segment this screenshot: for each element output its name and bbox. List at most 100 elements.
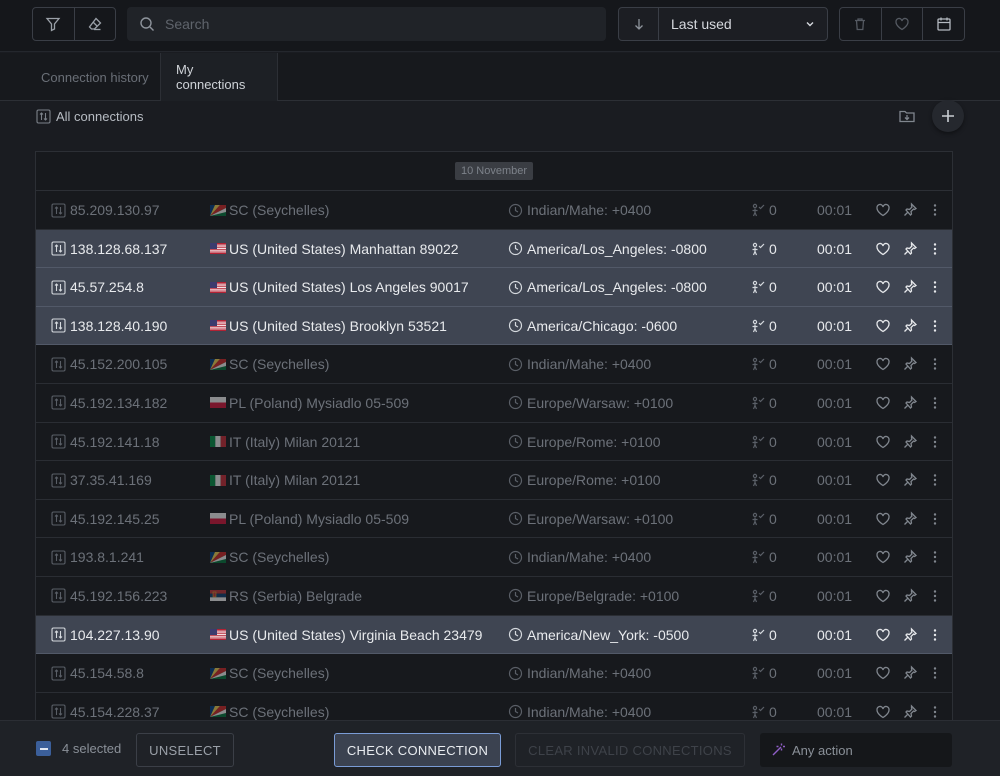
pin-icon[interactable] bbox=[902, 693, 918, 720]
table-row[interactable]: 85.209.130.97 SC (Seychelles) Indian/Mah… bbox=[36, 191, 952, 230]
pin-icon[interactable] bbox=[902, 191, 918, 229]
pin-icon[interactable] bbox=[902, 577, 918, 615]
import-folder-button[interactable] bbox=[898, 107, 916, 125]
more-options-icon[interactable] bbox=[933, 230, 937, 268]
pin-icon[interactable] bbox=[902, 500, 918, 538]
select-all-checkbox[interactable] bbox=[36, 741, 51, 756]
sort-select-value: Last used bbox=[671, 16, 732, 32]
clear-filter-button[interactable] bbox=[73, 8, 116, 40]
more-options-icon[interactable] bbox=[933, 384, 937, 422]
ip-address: 45.57.254.8 bbox=[70, 279, 144, 296]
heart-icon[interactable] bbox=[875, 268, 891, 306]
date-label: 10 November bbox=[454, 162, 534, 180]
pin-icon[interactable] bbox=[902, 423, 918, 461]
filter-button[interactable] bbox=[33, 8, 74, 40]
sort-direction-button[interactable] bbox=[619, 8, 659, 40]
flag-us-icon bbox=[210, 268, 226, 306]
usage-count: 0 bbox=[769, 394, 777, 411]
heart-icon[interactable] bbox=[875, 345, 891, 383]
heart-icon[interactable] bbox=[875, 693, 891, 720]
more-options-icon[interactable] bbox=[933, 268, 937, 306]
last-used-time: 00:01 bbox=[817, 394, 853, 411]
table-row[interactable]: 45.192.134.182 PL (Poland) Mysiadlo 05-5… bbox=[36, 384, 952, 423]
pin-icon[interactable] bbox=[902, 307, 918, 345]
favorites-button[interactable] bbox=[880, 8, 923, 40]
connection-type-icon bbox=[51, 230, 66, 268]
connection-type-icon bbox=[51, 500, 66, 538]
table-row[interactable]: 45.192.145.25 PL (Poland) Mysiadlo 05-50… bbox=[36, 500, 952, 539]
table-row[interactable]: 193.8.1.241 SC (Seychelles) Indian/Mahe:… bbox=[36, 538, 952, 577]
clock-icon bbox=[508, 230, 523, 268]
heart-icon[interactable] bbox=[875, 307, 891, 345]
pin-icon[interactable] bbox=[902, 384, 918, 422]
heart-icon[interactable] bbox=[875, 616, 891, 654]
table-row[interactable]: 104.227.13.90 US (United States) Virgini… bbox=[36, 615, 952, 655]
pin-icon[interactable] bbox=[902, 461, 918, 499]
calendar-button[interactable] bbox=[922, 8, 964, 40]
location: IT (Italy) Milan 20121 bbox=[229, 472, 361, 489]
more-options-icon[interactable] bbox=[933, 654, 937, 692]
table-row[interactable]: 138.128.40.190 US (United States) Brookl… bbox=[36, 306, 952, 346]
heart-icon[interactable] bbox=[875, 423, 891, 461]
heart-icon[interactable] bbox=[875, 230, 891, 268]
users-check-icon bbox=[750, 538, 766, 576]
more-options-icon[interactable] bbox=[933, 423, 937, 461]
heart-icon[interactable] bbox=[875, 384, 891, 422]
connection-type-icon bbox=[51, 538, 66, 576]
heart-icon[interactable] bbox=[875, 191, 891, 229]
tab-my-connections[interactable]: My connections bbox=[160, 53, 278, 101]
usage-count: 0 bbox=[769, 703, 777, 720]
flag-us-icon bbox=[210, 230, 226, 268]
pin-icon[interactable] bbox=[902, 616, 918, 654]
pin-icon[interactable] bbox=[902, 230, 918, 268]
any-action-select[interactable]: Any action bbox=[760, 733, 952, 767]
more-options-icon[interactable] bbox=[933, 616, 937, 654]
table-row[interactable]: 45.152.200.105 SC (Seychelles) Indian/Ma… bbox=[36, 345, 952, 384]
pin-icon[interactable] bbox=[902, 268, 918, 306]
usage-count: 0 bbox=[769, 626, 777, 643]
more-options-icon[interactable] bbox=[933, 461, 937, 499]
pin-icon[interactable] bbox=[902, 654, 918, 692]
last-used-time: 00:01 bbox=[817, 433, 853, 450]
bottom-action-bar: 4 selected UNSELECT CHECK CONNECTION CLE… bbox=[0, 720, 1000, 776]
heart-icon bbox=[895, 17, 909, 31]
more-options-icon[interactable] bbox=[933, 577, 937, 615]
add-connection-button[interactable] bbox=[932, 100, 964, 132]
clock-icon bbox=[508, 191, 523, 229]
more-options-icon[interactable] bbox=[933, 538, 937, 576]
heart-icon[interactable] bbox=[875, 577, 891, 615]
clock-icon bbox=[508, 616, 523, 654]
pin-icon[interactable] bbox=[902, 345, 918, 383]
heart-icon[interactable] bbox=[875, 461, 891, 499]
heart-icon[interactable] bbox=[875, 654, 891, 692]
heart-icon[interactable] bbox=[875, 538, 891, 576]
table-row[interactable]: 37.35.41.169 IT (Italy) Milan 20121 Euro… bbox=[36, 461, 952, 500]
pin-icon[interactable] bbox=[902, 538, 918, 576]
more-options-icon[interactable] bbox=[933, 500, 937, 538]
more-options-icon[interactable] bbox=[933, 191, 937, 229]
tab-connection-history[interactable]: Connection history bbox=[26, 53, 164, 101]
flag-it-icon bbox=[210, 423, 226, 461]
trash-button[interactable] bbox=[840, 8, 881, 40]
location: SC (Seychelles) bbox=[229, 549, 330, 566]
check-connection-button[interactable]: CHECK CONNECTION bbox=[334, 733, 501, 767]
clear-invalid-connections-button[interactable]: CLEAR INVALID CONNECTIONS bbox=[515, 733, 745, 767]
unselect-button[interactable]: UNSELECT bbox=[136, 733, 234, 767]
table-row[interactable]: 45.57.254.8 US (United States) Los Angel… bbox=[36, 268, 952, 307]
more-options-icon[interactable] bbox=[933, 693, 937, 720]
heart-icon[interactable] bbox=[875, 500, 891, 538]
table-row[interactable]: 138.128.68.137 US (United States) Manhat… bbox=[36, 229, 952, 269]
usage-count: 0 bbox=[769, 317, 777, 334]
more-options-icon[interactable] bbox=[933, 307, 937, 345]
eraser-icon bbox=[88, 17, 102, 31]
search-input[interactable] bbox=[165, 16, 565, 32]
flag-sc-icon bbox=[210, 693, 226, 720]
more-options-icon[interactable] bbox=[933, 345, 937, 383]
timezone: Europe/Warsaw: +0100 bbox=[527, 394, 674, 411]
sort-select[interactable]: Last used bbox=[659, 8, 827, 40]
table-row[interactable]: 45.192.141.18 IT (Italy) Milan 20121 Eur… bbox=[36, 423, 952, 462]
table-row[interactable]: 45.154.58.8 SC (Seychelles) Indian/Mahe:… bbox=[36, 654, 952, 693]
table-row[interactable]: 45.154.228.37 SC (Seychelles) Indian/Mah… bbox=[36, 693, 952, 720]
table-row[interactable]: 45.192.156.223 RS (Serbia) Belgrade Euro… bbox=[36, 577, 952, 616]
connections-list: 85.209.130.97 SC (Seychelles) Indian/Mah… bbox=[36, 191, 952, 720]
